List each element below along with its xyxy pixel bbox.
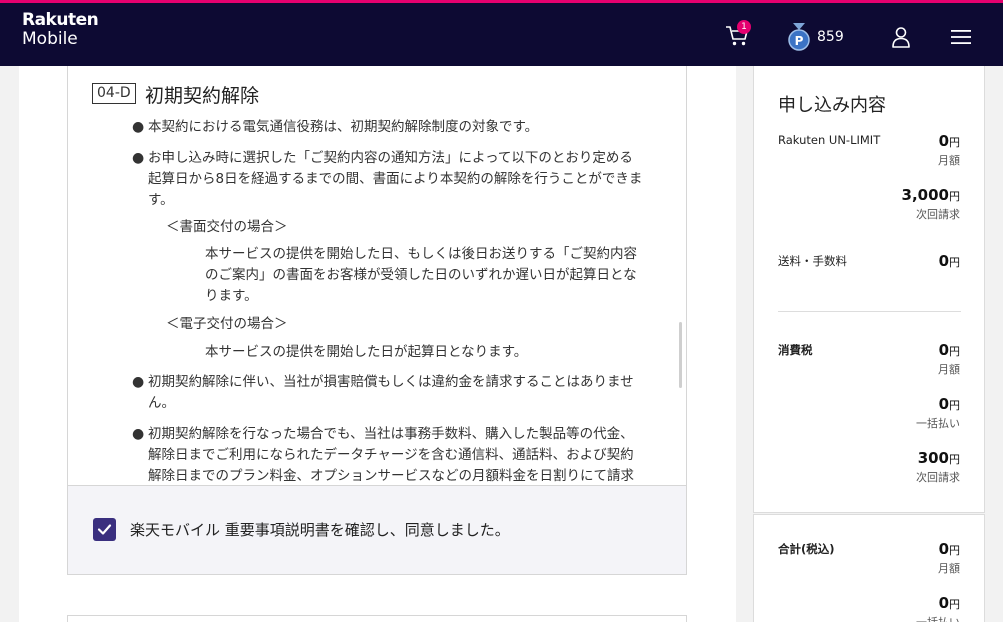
section-title: 初期契約解除 <box>145 85 260 107</box>
plan-next-amount: 3,000円 <box>902 186 960 204</box>
logo-line-1: Rakuten <box>22 10 99 30</box>
yen-unit: 円 <box>949 544 960 557</box>
bullet-text: 本契約における電気通信役務は、初期契約解除制度の対象です。 <box>148 119 539 135</box>
agreement-box: 楽天モバイル 重要事項説明書を確認し、同意しました。 <box>68 485 686 574</box>
bullet-text-line: 初期契約解除を行なった場合でも、当社は事務手数料、購入した製品等の代金、 <box>148 426 634 442</box>
order-total-card: 合計(税込) 0円 月額 0円 一括払い <box>753 514 985 622</box>
site-header: Rakuten Mobile 1 P 859 <box>0 3 1003 66</box>
subsection-line: のご案内」の書面をお客様が受領した日のいずれか遅い日が起算日とな <box>205 267 637 283</box>
important-matters-card: 04-D 初期契約解除 ● 本契約における電気通信役務は、初期契約解除制度の対象… <box>67 66 687 575</box>
bullet-dot: ● <box>132 150 145 166</box>
bullet-text-line: ん。 <box>148 395 175 411</box>
section-tag: 04-D <box>92 83 136 104</box>
yen-unit: 円 <box>949 256 960 269</box>
yen-unit: 円 <box>949 345 960 358</box>
subsection-body-electronic: 本サービスの提供を開始した日が起算日となります。 <box>205 344 528 360</box>
svg-text:P: P <box>795 34 804 48</box>
amount-value: 0 <box>938 341 949 359</box>
summary-divider <box>778 311 961 312</box>
yen-unit: 円 <box>949 453 960 466</box>
checkmark-icon <box>97 524 112 535</box>
user-icon[interactable] <box>891 26 911 48</box>
tax-next-note: 次回請求 <box>916 471 960 484</box>
order-summary-card: 申し込み内容 Rakuten UN-LIMIT 0円 月額 3,000円 次回請… <box>753 66 985 513</box>
amount-value: 0 <box>938 132 949 150</box>
yen-unit: 円 <box>949 136 960 149</box>
total-label: 合計(税込) <box>778 542 835 556</box>
yen-unit: 円 <box>949 399 960 412</box>
summary-title: 申し込み内容 <box>778 95 886 116</box>
tax-label: 消費税 <box>778 343 813 357</box>
bullet-text-line: 初期契約解除に伴い、当社が損害賠償もしくは違約金を請求することはありませ <box>148 374 634 390</box>
fees-amount: 0円 <box>939 252 960 270</box>
tax-lump-note: 一括払い <box>916 417 960 430</box>
bullet-dot: ● <box>132 426 145 442</box>
list-item: ● お申し込み時に選択した「ご契約内容の通知方法」によって以下のとおり定める 起… <box>132 148 672 211</box>
subsection-line: 本サービスの提供を開始した日、もしくは後日お送りする「ご契約内容 <box>205 246 637 262</box>
tax-next-amount: 300円 <box>918 449 960 467</box>
list-item: ● 初期契約解除に伴い、当社が損害賠償もしくは違約金を請求することはありませ ん… <box>132 372 672 414</box>
amount-value: 0 <box>938 395 949 413</box>
tax-monthly-note: 月額 <box>938 363 960 376</box>
fees-label: 送料・手数料 <box>778 254 847 268</box>
plan-label: Rakuten UN-LIMIT <box>778 133 881 147</box>
tax-monthly-amount: 0円 <box>939 341 960 359</box>
yen-unit: 円 <box>949 190 960 203</box>
next-section-card <box>67 615 687 622</box>
bullet-dot: ● <box>132 119 145 135</box>
subsection-body-paper: 本サービスの提供を開始した日、もしくは後日お送りする「ご契約内容 のご案内」の書… <box>205 244 675 307</box>
list-item: ● 本契約における電気通信役務は、初期契約解除制度の対象です。 <box>132 117 672 138</box>
bullet-text-line: お申し込み時に選択した「ご契約内容の通知方法」によって以下のとおり定める <box>148 150 633 166</box>
amount-value: 300 <box>917 449 949 467</box>
bullet-text-line: 解除日までのプラン料金、オプションサービスなどの月額料金を日割りにて請求 <box>148 468 634 484</box>
plan-monthly-note: 月額 <box>938 154 960 167</box>
logo-line-2: Mobile <box>22 29 78 49</box>
bullet-text-line: す。 <box>148 192 174 208</box>
agree-checkbox[interactable] <box>93 518 116 541</box>
terms-scroll-area[interactable]: 04-D 初期契約解除 ● 本契約における電気通信役務は、初期契約解除制度の対象… <box>68 66 686 485</box>
yen-unit: 円 <box>949 598 960 611</box>
total-lump-note: 一括払い <box>916 614 960 622</box>
points-medal-icon[interactable]: P <box>787 23 811 51</box>
hamburger-menu-icon[interactable] <box>951 29 971 45</box>
amount-value: 3,000 <box>901 186 949 204</box>
bullet-text-line: 解除日までご利用になられたデータチャージを含む通信料、通話料、および契約 <box>148 447 634 463</box>
cart-count-badge: 1 <box>737 20 751 34</box>
bullet-dot: ● <box>132 374 145 390</box>
total-monthly-note: 月額 <box>938 562 960 575</box>
amount-value: 0 <box>938 540 949 558</box>
rakuten-mobile-logo[interactable]: Rakuten Mobile <box>22 10 99 49</box>
total-lump-amount: 0円 <box>939 594 960 612</box>
subsection-line: ります。 <box>205 288 258 304</box>
agree-label[interactable]: 楽天モバイル 重要事項説明書を確認し、同意しました。 <box>130 519 510 540</box>
scrollbar-thumb[interactable] <box>679 322 682 388</box>
plan-monthly-amount: 0円 <box>939 132 960 150</box>
plan-next-note: 次回請求 <box>916 208 960 221</box>
tax-lump-amount: 0円 <box>939 395 960 413</box>
subsection-heading-paper: ＜書面交付の場合＞ <box>166 219 288 235</box>
bullet-text-line: 起算日から8日を経過するまでの間、書面により本契約の解除を行うことができま <box>148 171 643 187</box>
subsection-heading-electronic: ＜電子交付の場合＞ <box>166 316 288 332</box>
total-monthly-amount: 0円 <box>939 540 960 558</box>
amount-value: 0 <box>938 252 949 270</box>
points-balance[interactable]: 859 <box>817 29 844 45</box>
amount-value: 0 <box>938 594 949 612</box>
list-item: ● 初期契約解除を行なった場合でも、当社は事務手数料、購入した製品等の代金、 解… <box>132 424 672 485</box>
